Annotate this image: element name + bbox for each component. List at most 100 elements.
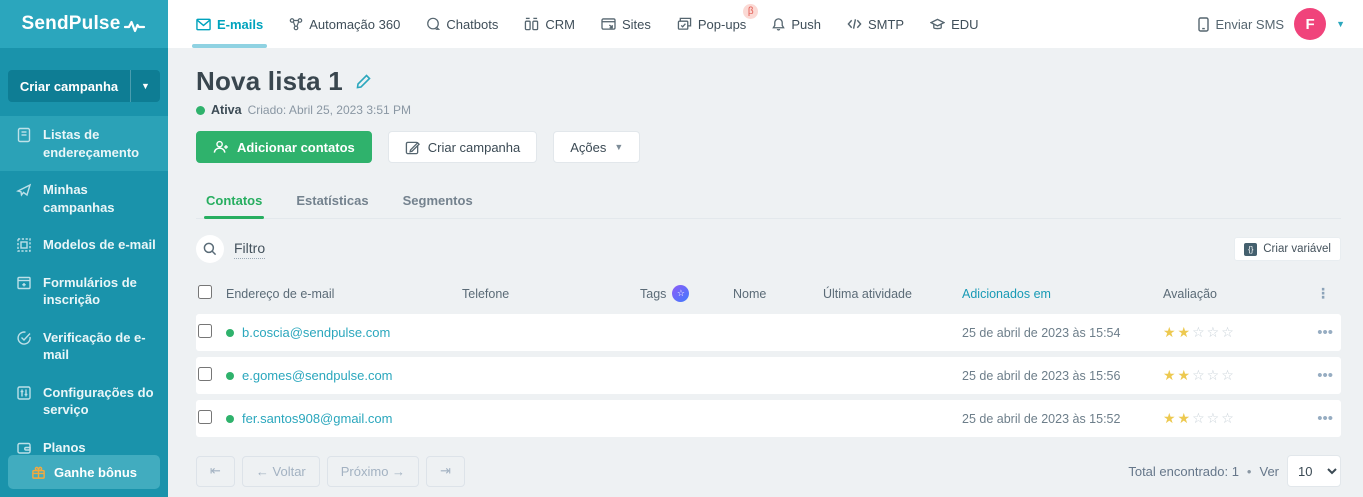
tab-sites[interactable]: Sites xyxy=(601,0,651,48)
edit-pencil-icon[interactable] xyxy=(355,73,372,90)
tags-star-badge: ☆ xyxy=(672,285,690,302)
tab-label: SMTP xyxy=(867,16,905,32)
row-menu-icon[interactable]: ••• xyxy=(1310,410,1341,427)
select-all-checkbox[interactable] xyxy=(198,285,212,299)
contact-email-link[interactable]: e.gomes@sendpulse.com xyxy=(226,368,462,383)
graduation-icon xyxy=(930,18,946,31)
row-menu-icon[interactable]: ••• xyxy=(1310,324,1341,341)
avatar[interactable]: F xyxy=(1294,8,1327,40)
rating-stars[interactable]: ★★☆☆☆ xyxy=(1163,367,1310,384)
tab-popups[interactable]: Pop-ups β xyxy=(677,0,759,48)
tab-label: Pop-ups xyxy=(697,16,747,32)
active-dot xyxy=(226,328,234,337)
sidebar-item-email-verification[interactable]: Verificação de e-mail xyxy=(0,319,168,374)
per-page-select[interactable]: 10 xyxy=(1287,455,1341,487)
actions-label: Ações xyxy=(570,139,607,155)
sidebar-item-label: Listas de endereçamento xyxy=(43,127,140,160)
tab-label: Estatísticas xyxy=(296,193,369,208)
row-checkbox[interactable] xyxy=(198,367,212,381)
next-page-button[interactable]: Próximo → xyxy=(326,455,420,487)
rating-stars[interactable]: ★★☆☆☆ xyxy=(1163,324,1310,341)
column-name[interactable]: Nome xyxy=(733,287,823,301)
chevron-down-icon[interactable]: ▼ xyxy=(1336,19,1345,29)
main-content: Nova lista 1 Ativa Criado: Abril 25, 202… xyxy=(168,48,1363,497)
sidebar-item-mailing-lists[interactable]: Listas de endereçamento xyxy=(0,116,168,172)
tab-chatbots[interactable]: Chatbots xyxy=(426,0,498,48)
top-right-controls: Enviar SMS F ▼ xyxy=(1198,0,1345,48)
bell-icon xyxy=(772,17,786,31)
sidebar-item-label: Configurações do serviço xyxy=(43,384,154,418)
sidebar-item-subscription-forms[interactable]: Formulários de inscrição xyxy=(0,264,168,319)
column-email[interactable]: Endereço de e-mail xyxy=(226,287,462,301)
contact-email-link[interactable]: fer.santos908@gmail.com xyxy=(226,411,462,426)
wallet-icon xyxy=(16,440,32,456)
cell-added-on: 25 de abril de 2023 às 15:52 xyxy=(962,411,1121,426)
tab-automation360[interactable]: Automação 360 xyxy=(289,0,400,48)
column-added-on[interactable]: Adicionados em xyxy=(962,287,1163,301)
popup-icon xyxy=(677,17,692,31)
sidebar-item-label: Modelos de e-mail xyxy=(43,237,156,253)
send-sms-button[interactable]: Enviar SMS xyxy=(1198,17,1284,32)
prev-page-button[interactable]: ← Voltar xyxy=(241,455,320,487)
check-circle-icon xyxy=(16,330,32,346)
tab-statistics[interactable]: Estatísticas xyxy=(294,185,370,218)
add-contacts-button[interactable]: Adicionar contatos xyxy=(196,131,372,163)
filter-label: Filtro xyxy=(234,240,266,259)
create-campaign-label: Criar campanha xyxy=(19,78,119,94)
envelope-icon xyxy=(196,18,211,31)
column-settings-kebab-icon[interactable]: ⋮ xyxy=(1310,285,1341,302)
column-phone[interactable]: Telefone xyxy=(462,287,640,301)
rating-stars[interactable]: ★★☆☆☆ xyxy=(1163,410,1310,427)
column-last-activity[interactable]: Última atividade xyxy=(823,287,962,301)
table-row[interactable]: b.coscia@sendpulse.com 25 de abril de 20… xyxy=(196,314,1341,351)
tab-contacts[interactable]: Contatos xyxy=(204,185,265,219)
chevron-down-icon: ▼ xyxy=(614,142,624,152)
tab-smtp[interactable]: SMTP xyxy=(847,0,904,48)
bonus-label: Ganhe bônus xyxy=(53,464,138,480)
address-book-icon xyxy=(16,127,32,143)
tab-emails[interactable]: E-mails xyxy=(191,0,268,48)
table-row[interactable]: fer.santos908@gmail.com 25 de abril de 2… xyxy=(196,400,1341,437)
tab-label: Contatos xyxy=(206,193,263,208)
tab-segments[interactable]: Segmentos xyxy=(401,185,475,218)
column-rating[interactable]: Avaliação xyxy=(1163,287,1310,301)
sidebar-item-my-campaigns[interactable]: Minhas campanhas xyxy=(0,171,168,226)
column-tags[interactable]: Tags ☆ xyxy=(640,285,733,302)
sendpulse-logo[interactable]: SendPulse xyxy=(0,0,168,48)
row-checkbox[interactable] xyxy=(198,410,212,424)
send-sms-label: Enviar SMS xyxy=(1215,16,1285,32)
tab-label: Automação 360 xyxy=(309,16,401,32)
top-navigation-bar: E-mails Automação 360 Chatbots CRM Sites xyxy=(168,0,1363,48)
filter-control[interactable]: Filtro xyxy=(196,235,266,263)
create-variable-button[interactable]: {} Criar variável xyxy=(1234,237,1341,261)
sidebar-item-email-templates[interactable]: Modelos de e-mail xyxy=(0,226,168,264)
tab-label: CRM xyxy=(545,16,575,32)
table-row[interactable]: e.gomes@sendpulse.com 25 de abril de 202… xyxy=(196,357,1341,394)
tab-label: Chatbots xyxy=(446,16,499,32)
product-nav: E-mails Automação 360 Chatbots CRM Sites xyxy=(191,0,979,48)
tab-label: Sites xyxy=(621,16,651,32)
first-page-button[interactable]: ⇤ xyxy=(196,455,235,487)
tab-push[interactable]: Push xyxy=(772,0,821,48)
sidebar-item-label: Formulários de inscrição xyxy=(43,274,137,308)
actions-button[interactable]: Ações ▼ xyxy=(553,131,641,163)
tab-crm[interactable]: CRM xyxy=(524,0,575,48)
create-campaign-main-label: Criar campanha xyxy=(427,139,521,155)
chevron-down-icon[interactable]: ▼ xyxy=(130,70,160,102)
row-checkbox[interactable] xyxy=(198,324,212,338)
create-campaign-button[interactable]: Criar campanha ▼ xyxy=(8,70,160,102)
bonus-button[interactable]: Ganhe bônus xyxy=(8,455,160,489)
contact-email-link[interactable]: b.coscia@sendpulse.com xyxy=(226,325,462,340)
tab-edu[interactable]: EDU xyxy=(930,0,979,48)
chat-icon xyxy=(426,17,441,31)
sliders-icon xyxy=(16,385,32,401)
braces-icon: {} xyxy=(1244,242,1258,256)
create-variable-label: Criar variável xyxy=(1263,243,1331,255)
sidebar: SendPulse Criar campanha ▼ Listas de end… xyxy=(0,0,168,497)
sidebar-item-service-settings[interactable]: Configurações do serviço xyxy=(0,374,168,429)
row-menu-icon[interactable]: ••• xyxy=(1310,367,1341,384)
last-page-button[interactable]: ⇥ xyxy=(426,455,465,487)
tab-label: Push xyxy=(791,16,821,32)
template-icon xyxy=(16,237,32,253)
create-campaign-main-button[interactable]: Criar campanha xyxy=(387,131,538,163)
